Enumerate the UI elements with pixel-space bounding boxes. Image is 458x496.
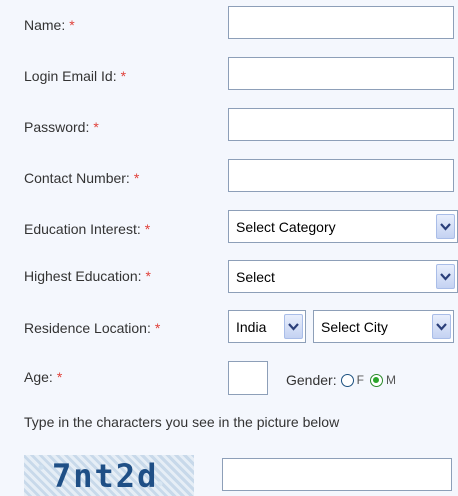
password-input[interactable]	[228, 108, 454, 141]
captcha-code: 7nt2d	[52, 457, 159, 495]
city-selected: Select City	[321, 319, 388, 335]
required-asterisk: *	[120, 68, 127, 84]
gender-f-radio[interactable]	[340, 373, 354, 387]
required-asterisk: *	[93, 119, 99, 135]
required-asterisk: *	[56, 369, 63, 385]
city-select[interactable]: Select City	[313, 310, 454, 343]
contact-input[interactable]	[228, 159, 454, 192]
chevron-down-icon[interactable]	[284, 314, 303, 339]
education-interest-select[interactable]: Select Category	[228, 210, 458, 243]
gender-label: Gender:	[286, 372, 337, 388]
country-selected: India	[236, 319, 267, 335]
required-asterisk: *	[69, 17, 75, 33]
name-label: Name: *	[24, 17, 75, 33]
chevron-down-icon[interactable]	[436, 214, 455, 239]
country-select[interactable]: India	[228, 310, 306, 343]
name-input[interactable]	[228, 6, 454, 39]
password-label: Password: *	[24, 119, 99, 135]
gender-group: Gender: F M	[286, 372, 402, 388]
gender-f-label: F	[356, 373, 364, 387]
gender-m-label: M	[385, 373, 396, 387]
required-asterisk: *	[144, 221, 151, 237]
gender-m-radio[interactable]	[369, 373, 383, 387]
captcha-instruction: Type in the characters you see in the pi…	[24, 414, 340, 430]
education-interest-selected: Select Category	[236, 219, 336, 235]
radio-selected-dot	[373, 377, 380, 383]
age-input[interactable]	[228, 361, 268, 395]
chevron-down-icon[interactable]	[432, 314, 451, 339]
required-asterisk: *	[154, 320, 161, 336]
required-asterisk: *	[133, 170, 140, 186]
required-asterisk: *	[145, 268, 151, 284]
highest-education-select[interactable]: Select	[228, 260, 458, 293]
highest-education-label: Highest Education: *	[24, 268, 151, 284]
education-interest-label: Education Interest: *	[24, 221, 151, 237]
captcha-input[interactable]	[222, 458, 452, 491]
chevron-down-icon[interactable]	[436, 264, 455, 289]
residence-label: Residence Location: *	[24, 320, 161, 336]
age-label: Age: *	[24, 369, 63, 385]
email-input[interactable]	[228, 57, 454, 90]
contact-label: Contact Number: *	[24, 170, 140, 186]
highest-education-selected: Select	[236, 269, 275, 285]
email-label: Login Email Id: *	[24, 68, 127, 84]
captcha-image: 7nt2d	[24, 455, 194, 496]
